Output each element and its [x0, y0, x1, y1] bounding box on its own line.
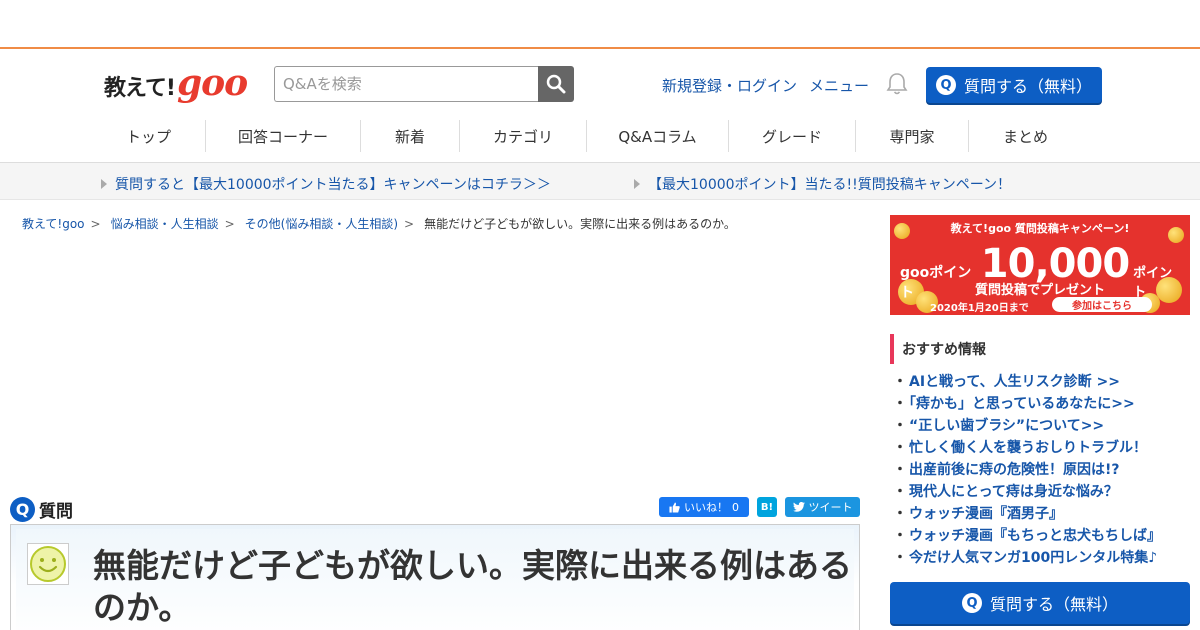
- banner-subtitle: 質問投稿でプレゼント: [974, 283, 1105, 298]
- recommended-link: ウォッチ漫画『酒男子』: [909, 506, 1063, 522]
- smiley-face-icon: [30, 546, 66, 582]
- main-nav: トップ 回答コーナー 新着 カテゴリ Q&Aコラム グレード 専門家 まとめ: [92, 120, 1082, 154]
- nav-qa-column[interactable]: Q&Aコラム: [587, 120, 729, 152]
- nav-category[interactable]: カテゴリ: [460, 120, 587, 152]
- recommended-link: 「痔かも」と思っているあなたに>>: [909, 396, 1135, 412]
- search-button[interactable]: [538, 66, 574, 102]
- menu-link[interactable]: メニュー: [809, 75, 869, 96]
- campaign-link-1[interactable]: 質問すると【最大10000ポイント当たる】キャンペーンはコチラ＞＞: [101, 174, 551, 194]
- question-title: 無能だけど子どもが欲しい。実際に出来る例はあるのか。: [93, 546, 852, 627]
- breadcrumb-subcategory[interactable]: その他(悩み相談・人生相談): [245, 215, 398, 232]
- recommended-link: 現代人にとって痔は身近な悩み？: [909, 484, 1118, 500]
- nav-answer-corner[interactable]: 回答コーナー: [206, 120, 361, 152]
- sidebar-ask-button[interactable]: Q 質問する（無料）: [890, 582, 1190, 624]
- search-input[interactable]: [274, 66, 538, 102]
- breadcrumb-separator: >: [404, 216, 415, 231]
- nav-matome[interactable]: まとめ: [969, 120, 1082, 152]
- recommended-link: 今だけ人気マンガ100円レンタル特集♪: [909, 550, 1158, 566]
- breadcrumb-separator: >: [90, 216, 101, 231]
- nav-experts[interactable]: 専門家: [856, 120, 969, 152]
- recommended-link: AIと戦って、人生リスク診断 >>: [909, 374, 1120, 390]
- triangle-right-icon: [634, 179, 640, 189]
- list-item[interactable]: ・ウォッチ漫画『酒男子』: [893, 504, 1161, 526]
- bullet: ・: [893, 462, 907, 478]
- banner-date: 2020年1月20日まで: [930, 303, 1029, 314]
- question-q-icon: Q: [935, 75, 956, 95]
- recommended-link: ウォッチ漫画『もちっと忠犬もちしば』: [909, 528, 1161, 544]
- list-item[interactable]: ・現代人にとって痔は身近な悩み？: [893, 482, 1161, 504]
- ask-question-label: 質問する（無料）: [963, 77, 1092, 96]
- logo-text: 教えて!: [104, 76, 176, 101]
- like-count: 0: [732, 500, 739, 514]
- bullet: ・: [893, 396, 907, 412]
- breadcrumb: 教えて!goo > 悩み相談・人生相談 > その他(悩み相談・人生相談) > 無…: [22, 215, 736, 232]
- bullet: ・: [893, 484, 907, 500]
- breadcrumb-current: 無能だけど子どもが欲しい。実際に出来る例はあるのか。: [424, 217, 736, 231]
- question-q-icon: Q: [961, 593, 982, 613]
- list-item[interactable]: ・ AIと戦って、人生リスク診断 >>: [893, 372, 1161, 394]
- list-item[interactable]: ・ウォッチ漫画『もちっと忠犬もちしば』: [893, 526, 1161, 548]
- bullet: ・: [893, 440, 907, 456]
- bullet: ・: [893, 528, 907, 544]
- question-box: 無能だけど子どもが欲しい。実際に出来る例はあるのか。: [10, 524, 860, 630]
- recommended-link: “正しい歯ブラシ”について>>: [909, 418, 1105, 434]
- campaign-banner[interactable]: 教えて!goo 質問投稿キャンペーン! gooポイント 10,000 ポイント …: [890, 215, 1190, 315]
- recommended-heading: おすすめ情報: [890, 334, 986, 364]
- campaign-bar: 質問すると【最大10000ポイント当たる】キャンペーンはコチラ＞＞ 【最大100…: [0, 163, 1200, 200]
- banner-cta[interactable]: 参加はこちら: [1052, 297, 1152, 312]
- campaign-link-2-label: 【最大10000ポイント】当たる!!質問投稿キャンペーン！: [648, 177, 1012, 193]
- bell-icon[interactable]: [886, 72, 908, 96]
- list-item[interactable]: ・今だけ人気マンガ100円レンタル特集♪: [893, 548, 1161, 570]
- breadcrumb-home[interactable]: 教えて!goo: [22, 215, 85, 232]
- avatar[interactable]: [27, 543, 69, 585]
- thumbs-up-icon: [669, 501, 680, 513]
- like-label: いいね！: [684, 501, 728, 514]
- list-item[interactable]: ・ “正しい歯ブラシ”について>>: [893, 416, 1161, 438]
- recommended-link: 忙しく働く人を襲うおしりトラブル！: [909, 440, 1147, 456]
- question-q-icon: Q: [10, 497, 35, 522]
- facebook-like-button[interactable]: いいね！ 0: [659, 497, 749, 517]
- question-label-text: 質問: [39, 502, 73, 522]
- list-item[interactable]: ・出産前後に痔の危険性！原因は!?: [893, 460, 1161, 482]
- tweet-label: ツイート: [808, 501, 853, 514]
- sidebar-ask-label: 質問する（無料）: [989, 595, 1118, 614]
- bullet: ・: [893, 550, 907, 566]
- bullet: ・: [893, 506, 907, 522]
- bullet: ・: [893, 374, 907, 390]
- recommended-list: ・ AIと戦って、人生リスク診断 >> ・「痔かも」と思っているあなたに>> ・ “…: [893, 372, 1161, 570]
- list-item[interactable]: ・「痔かも」と思っているあなたに>>: [893, 394, 1161, 416]
- search-icon: [546, 74, 566, 94]
- header-accent-line: [0, 47, 1200, 49]
- site-logo[interactable]: 教えて! goo: [104, 62, 248, 104]
- nav-grade[interactable]: グレード: [729, 120, 856, 152]
- register-login-link[interactable]: 新規登録・ログイン: [662, 75, 797, 96]
- logo-goo: goo: [176, 62, 248, 104]
- tweet-button[interactable]: ツイート: [785, 497, 860, 517]
- twitter-bird-icon: [792, 502, 805, 512]
- banner-heading: 教えて!goo 質問投稿キャンペーン!: [950, 222, 1130, 235]
- recommended-link: 出産前後に痔の危険性！原因は!?: [909, 462, 1120, 478]
- triangle-right-icon: [101, 179, 107, 189]
- list-item[interactable]: ・忙しく働く人を襲うおしりトラブル！: [893, 438, 1161, 460]
- hatena-bookmark-button[interactable]: B!: [757, 497, 777, 517]
- question-label: Q 質問: [10, 497, 73, 522]
- breadcrumb-separator: >: [224, 216, 235, 231]
- campaign-link-2[interactable]: 【最大10000ポイント】当たる!!質問投稿キャンペーン！: [634, 174, 1011, 194]
- breadcrumb-category[interactable]: 悩み相談・人生相談: [111, 215, 219, 232]
- nav-top[interactable]: トップ: [92, 120, 206, 152]
- search-bar: [274, 66, 574, 102]
- campaign-link-1-label: 質問すると【最大10000ポイント当たる】キャンペーンはコチラ＞＞: [115, 177, 551, 193]
- bullet: ・: [893, 418, 907, 434]
- nav-new[interactable]: 新着: [361, 120, 460, 152]
- ask-question-button[interactable]: Q 質問する（無料）: [926, 67, 1102, 103]
